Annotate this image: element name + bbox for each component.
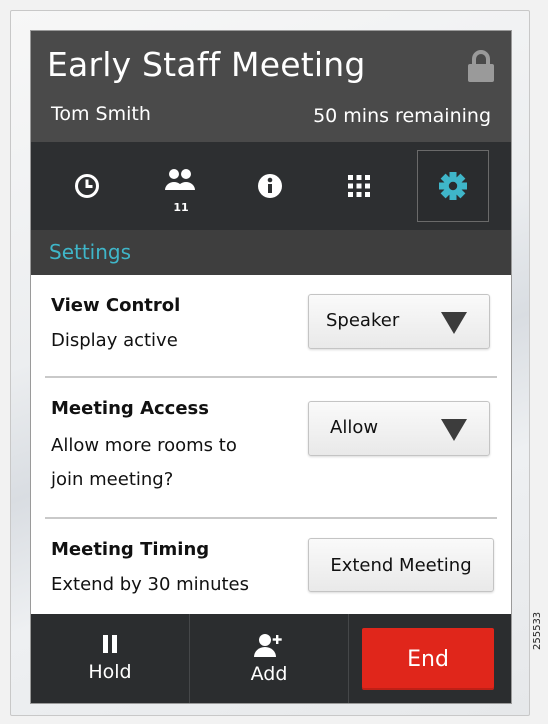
meeting-access-value: Allow <box>330 417 379 438</box>
add-button[interactable]: Add <box>190 614 349 703</box>
hold-button[interactable]: Hold <box>31 614 190 703</box>
chevron-down-icon <box>441 419 467 441</box>
meeting-access-desc-line1: Allow more rooms to <box>51 435 237 456</box>
pause-icon <box>103 634 117 653</box>
meeting-access-title: Meeting Access <box>51 398 209 419</box>
tab-bar: 11 <box>31 142 511 230</box>
meeting-title: Early Staff Meeting <box>47 45 366 84</box>
figure-id: 255533 <box>532 611 543 650</box>
time-remaining: 50 mins remaining <box>313 105 491 127</box>
section-header: Settings <box>31 230 511 275</box>
meeting-panel: Early Staff Meeting Tom Smith 50 mins re… <box>31 31 511 703</box>
tab-info[interactable] <box>234 150 306 222</box>
meeting-access-row: Meeting Access Allow more rooms to join … <box>31 378 511 516</box>
keypad-icon <box>348 175 370 197</box>
participants-icon <box>165 169 195 190</box>
tab-clock[interactable] <box>51 150 123 222</box>
view-control-row: View Control Display active Speaker <box>31 275 511 375</box>
meeting-timing-title: Meeting Timing <box>51 539 210 560</box>
extend-meeting-button[interactable]: Extend Meeting <box>308 538 494 592</box>
section-title: Settings <box>49 240 132 264</box>
tab-keypad[interactable] <box>323 150 395 222</box>
gear-icon <box>439 172 467 200</box>
add-participant-icon <box>254 633 282 657</box>
lock-icon <box>468 50 494 82</box>
view-control-desc: Display active <box>51 330 178 351</box>
meeting-access-desc-line2: join meeting? <box>51 469 174 490</box>
clock-icon <box>75 174 99 198</box>
view-control-dropdown[interactable]: Speaker <box>308 294 490 349</box>
view-control-value: Speaker <box>326 310 400 331</box>
end-button[interactable]: End <box>362 628 494 690</box>
tab-participants[interactable]: 11 <box>145 150 217 222</box>
meeting-timing-desc: Extend by 30 minutes <box>51 574 249 595</box>
info-icon <box>258 174 282 198</box>
meeting-header: Early Staff Meeting Tom Smith 50 mins re… <box>31 31 511 142</box>
meeting-access-dropdown[interactable]: Allow <box>308 401 490 456</box>
meeting-timing-row: Meeting Timing Extend by 30 minutes Exte… <box>31 519 511 614</box>
participant-count: 11 <box>173 201 189 214</box>
add-label: Add <box>250 662 288 685</box>
chevron-down-icon <box>441 312 467 334</box>
tab-settings[interactable] <box>417 150 489 222</box>
view-control-title: View Control <box>51 295 181 316</box>
call-control-bar: Hold Add End <box>31 614 511 703</box>
hold-label: Hold <box>88 660 132 683</box>
host-name: Tom Smith <box>51 103 151 125</box>
